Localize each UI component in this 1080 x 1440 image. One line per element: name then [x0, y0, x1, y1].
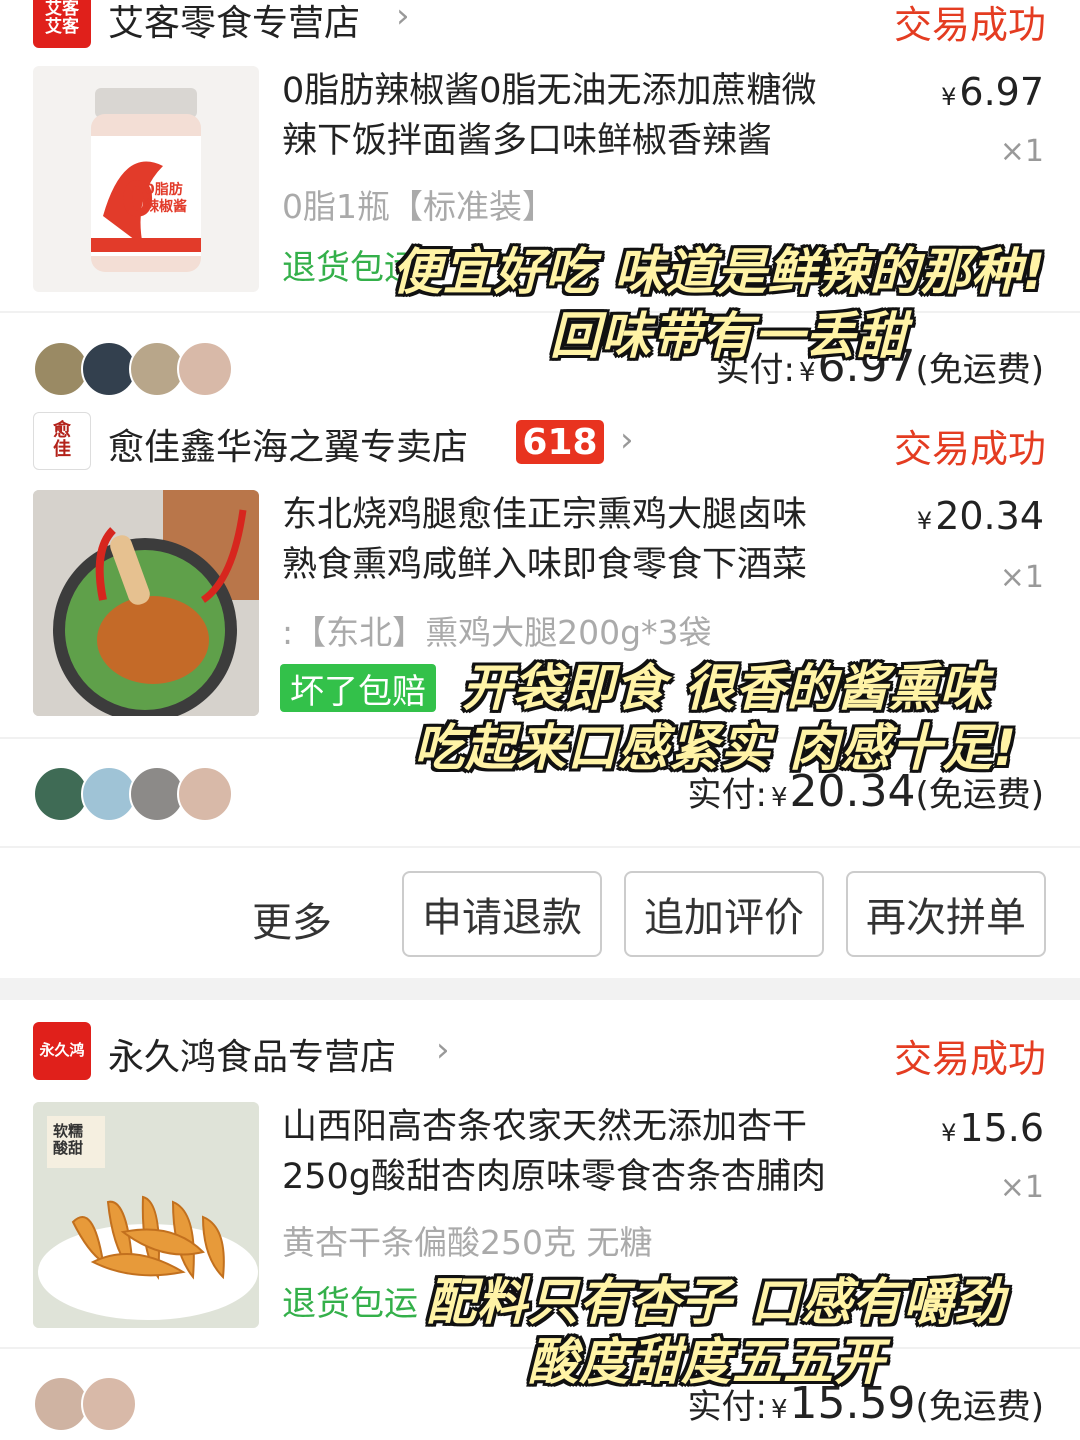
section-gap — [0, 978, 1080, 1000]
add-review-button[interactable]: 追加评价 — [624, 871, 824, 957]
order-status: 交易成功 — [893, 1037, 1046, 1081]
product-spec: :【东北】熏鸡大腿200g*3袋 — [282, 613, 712, 652]
product-title[interactable]: 0脂肪辣椒酱0脂无油无添加蔗糖微 辣下饭拌面酱多口味鲜椒香辣酱 — [282, 66, 902, 166]
chevron-right-icon: › — [436, 1030, 450, 1070]
damage-compensation-badge: 坏了包赔 — [280, 664, 436, 712]
order-action-bar: 更多 申请退款 追加评价 再次拼单 — [0, 850, 1080, 978]
order-status: 交易成功 — [893, 3, 1046, 47]
divider — [0, 846, 1080, 848]
product-thumbnail[interactable]: 0 0脂肪辣椒酱 — [33, 66, 259, 292]
product-title[interactable]: 东北烧鸡腿愈佳正宗熏鸡大腿卤味 熟食熏鸡咸鲜入味即食零食下酒菜 — [282, 490, 902, 590]
divider — [0, 311, 1080, 313]
shop-row-1[interactable]: 艾客 艾客 艾客零食专营店 › 交易成功 — [0, 0, 1080, 58]
promo-badge-618: 618 — [516, 420, 604, 464]
order-status: 交易成功 — [893, 427, 1046, 471]
product-price: ¥6.97 — [941, 70, 1044, 114]
chili-sauce-jar-image: 0 0脂肪辣椒酱 — [91, 88, 201, 272]
product-spec: 0脂1瓶【标准装】 — [282, 187, 555, 226]
product-spec: 黄杏干条偏酸250克 无糖 — [282, 1223, 653, 1262]
product-title-line: 0脂肪辣椒酱0脂无油无添加蔗糖微 — [282, 71, 817, 111]
product-title-line: 东北烧鸡腿愈佳正宗熏鸡大腿卤味 — [282, 495, 808, 535]
review-caption: 回味带有一丢甜 — [550, 307, 907, 365]
product-quantity: ×1 — [999, 134, 1044, 169]
reorder-button[interactable]: 再次拼单 — [846, 871, 1046, 957]
product-title-line: 辣下饭拌面酱多口味鲜椒香辣酱 — [282, 121, 773, 161]
avatar-group — [33, 766, 233, 822]
avatar — [81, 1376, 137, 1432]
review-caption: 吃起来口感紧实 肉感十足! — [414, 719, 1018, 777]
more-button[interactable]: 更多 — [252, 890, 332, 948]
review-caption: 便宜好吃 味道是鲜辣的那种! — [392, 243, 1047, 301]
product-thumbnail[interactable]: 软糯酸甜 — [33, 1102, 259, 1328]
shop-row-2[interactable]: 愈 佳 愈佳鑫华海之翼专卖店 618 › 交易成功 — [0, 402, 1080, 482]
shop-logo: 艾客 艾客 — [33, 0, 91, 48]
shop-logo: 愈 佳 — [33, 412, 91, 470]
review-caption: 酸度甜度五五开 — [528, 1333, 885, 1391]
product-title-line: 熟食熏鸡咸鲜入味即食零食下酒菜 — [282, 545, 808, 585]
product-title-line: 山西阳高杏条农家天然无添加杏干 — [282, 1107, 808, 1147]
product-quantity: ×1 — [999, 560, 1044, 595]
avatar — [177, 341, 233, 397]
svg-text:软糯酸甜: 软糯酸甜 — [53, 1122, 83, 1157]
product-title[interactable]: 山西阳高杏条农家天然无添加杏干 250g酸甜杏肉原味零食杏条杏脯肉 — [282, 1102, 902, 1202]
service-label: 退货包运 — [282, 1284, 418, 1324]
shop-logo: 永久鸿 — [33, 1022, 91, 1080]
product-quantity: ×1 — [999, 1170, 1044, 1205]
shop-name[interactable]: 愈佳鑫华海之翼专卖店 — [108, 418, 468, 470]
shop-name[interactable]: 艾客零食专营店 — [108, 0, 360, 46]
avatar — [177, 766, 233, 822]
dried-apricot-image: 软糯酸甜 — [33, 1102, 259, 1328]
product-price: ¥15.6 — [941, 1106, 1044, 1150]
shop-name[interactable]: 永久鸿食品专营店 — [108, 1028, 396, 1080]
chevron-right-icon: › — [620, 420, 634, 460]
avatar-group — [33, 341, 233, 397]
product-price: ¥20.34 — [916, 494, 1044, 538]
chevron-right-icon: › — [396, 0, 410, 36]
avatar-group — [33, 1376, 143, 1432]
chicken-leg-image — [33, 490, 259, 716]
request-refund-button[interactable]: 申请退款 — [402, 871, 602, 957]
product-thumbnail[interactable] — [33, 490, 259, 716]
shop-row-3[interactable]: 永久鸿 永久鸿食品专营店 › 交易成功 — [0, 1012, 1080, 1092]
product-title-line: 250g酸甜杏肉原味零食杏条杏脯肉 — [282, 1157, 827, 1197]
